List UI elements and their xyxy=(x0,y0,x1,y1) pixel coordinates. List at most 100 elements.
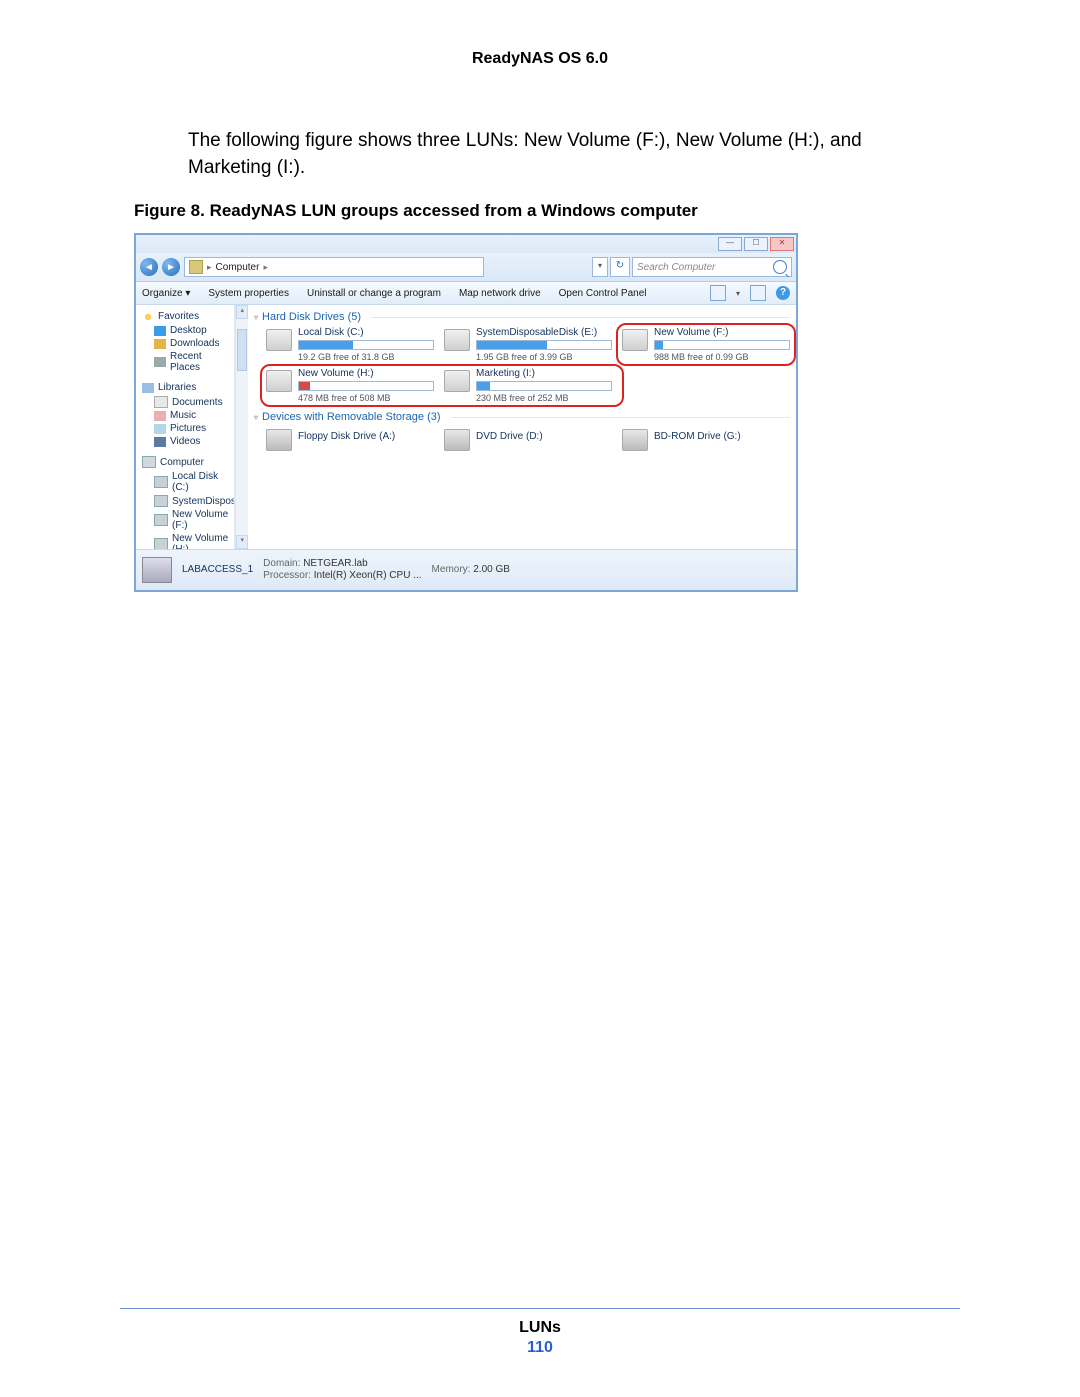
scroll-track[interactable] xyxy=(236,319,248,535)
tree-favorites[interactable]: Favorites xyxy=(136,309,234,324)
tree-libraries[interactable]: Libraries xyxy=(136,380,234,395)
breadcrumb-bar[interactable]: ▸ Computer ▸ xyxy=(184,257,484,277)
hdd-icon xyxy=(444,370,470,392)
hdd-icon xyxy=(266,370,292,392)
capacity-bar xyxy=(298,381,434,391)
details-pane: LABACCESS_1 Domain: NETGEAR.lab Processo… xyxy=(136,549,796,590)
star-icon xyxy=(142,312,154,322)
group-removable[interactable]: ▿Devices with Removable Storage (3) xyxy=(254,409,790,425)
window-titlebar: — ☐ ✕ xyxy=(136,235,796,253)
tree-scrollbar[interactable]: ▴ ▾ xyxy=(235,305,248,549)
toolbar-item[interactable]: Uninstall or change a program xyxy=(307,288,441,299)
page-number: 110 xyxy=(0,1339,1080,1357)
drive-item[interactable]: Marketing (I:) 230 MB free of 252 MB xyxy=(444,368,612,403)
page-footer: LUNs 110 xyxy=(0,1308,1080,1357)
breadcrumb-sep: ▸ xyxy=(263,262,268,273)
tree-item-music[interactable]: Music xyxy=(136,409,234,422)
drive-item[interactable]: BD-ROM Drive (G:) xyxy=(622,427,790,451)
downloads-icon xyxy=(154,339,166,349)
hdd-icon xyxy=(154,495,168,507)
capacity-bar xyxy=(654,340,790,350)
hdd-icon xyxy=(154,476,168,488)
computer-icon xyxy=(142,456,156,468)
capacity-bar xyxy=(476,381,612,391)
hdd-icon xyxy=(154,514,168,526)
tree-item-drive[interactable]: Local Disk (C:) xyxy=(136,470,234,494)
refresh-button[interactable]: ↻ xyxy=(610,257,630,277)
computer-icon xyxy=(189,260,203,274)
dvd-icon xyxy=(444,429,470,451)
tree-item-recent[interactable]: Recent Places xyxy=(136,350,234,374)
address-bar-row: ◄ ► ▸ Computer ▸ ▾ ↻ Search Computer xyxy=(136,253,796,282)
doc-header: ReadyNAS OS 6.0 xyxy=(120,50,960,68)
music-icon xyxy=(154,411,166,421)
group-hdd[interactable]: ▿Hard Disk Drives (5) xyxy=(254,309,790,325)
capacity-bar xyxy=(298,340,434,350)
collapse-icon: ▿ xyxy=(254,413,258,422)
footer-rule xyxy=(120,1308,960,1309)
address-history-button[interactable]: ▾ xyxy=(592,257,608,277)
floppy-icon xyxy=(266,429,292,451)
tree-item-videos[interactable]: Videos xyxy=(136,435,234,448)
minimize-button[interactable]: — xyxy=(718,237,742,251)
content-pane: ▿Hard Disk Drives (5) Local Disk (C:) 19… xyxy=(248,305,796,549)
close-button[interactable]: ✕ xyxy=(770,237,794,251)
preview-pane-button[interactable] xyxy=(750,285,766,301)
toolbar-item[interactable]: Open Control Panel xyxy=(559,288,647,299)
recent-icon xyxy=(154,357,166,367)
scroll-up-button[interactable]: ▴ xyxy=(236,305,248,319)
tree-computer[interactable]: Computer xyxy=(136,454,234,470)
footer-title: LUNs xyxy=(0,1319,1080,1337)
computer-large-icon xyxy=(142,557,172,583)
videos-icon xyxy=(154,437,166,447)
hdd-icon xyxy=(444,329,470,351)
drive-item[interactable]: New Volume (H:) 478 MB free of 508 MB xyxy=(266,368,434,403)
forward-button[interactable]: ► xyxy=(162,258,180,276)
breadcrumb-sep: ▸ xyxy=(207,262,212,273)
documents-icon xyxy=(154,396,168,408)
search-input[interactable]: Search Computer xyxy=(632,257,792,277)
view-options-dropdown[interactable]: ▾ xyxy=(736,289,740,298)
tree-item-documents[interactable]: Documents xyxy=(136,395,234,409)
drive-item[interactable]: SystemDisposableDisk (E:) 1.95 GB free o… xyxy=(444,327,612,362)
figure-caption: Figure 8. ReadyNAS LUN groups accessed f… xyxy=(134,201,960,221)
drive-item[interactable]: DVD Drive (D:) xyxy=(444,427,612,451)
organize-menu[interactable]: Organize ▾ xyxy=(142,288,190,299)
document-page: ReadyNAS OS 6.0 The following figure sho… xyxy=(0,0,1080,1397)
maximize-button[interactable]: ☐ xyxy=(744,237,768,251)
tree-item-drive[interactable]: SystemDisposabl xyxy=(136,494,234,508)
hdd-icon xyxy=(622,329,648,351)
help-button[interactable]: ? xyxy=(776,286,790,300)
tree-item-desktop[interactable]: Desktop xyxy=(136,324,234,337)
navigation-tree: Favorites Desktop Downloads Recent Place… xyxy=(136,305,235,549)
search-icon xyxy=(773,260,787,274)
hdd-icon xyxy=(154,538,168,549)
tree-item-downloads[interactable]: Downloads xyxy=(136,337,234,350)
toolbar-item[interactable]: System properties xyxy=(208,288,289,299)
drive-item[interactable]: New Volume (F:) 988 MB free of 0.99 GB xyxy=(622,327,790,362)
capacity-bar xyxy=(476,340,612,350)
scroll-down-button[interactable]: ▾ xyxy=(236,535,248,549)
pictures-icon xyxy=(154,424,166,434)
libraries-icon xyxy=(142,383,154,393)
scroll-thumb[interactable] xyxy=(237,329,247,371)
computer-name: LABACCESS_1 xyxy=(182,564,253,576)
explorer-window: — ☐ ✕ ◄ ► ▸ Computer ▸ ▾ ↻ Search Comput… xyxy=(134,233,798,592)
intro-paragraph: The following figure shows three LUNs: N… xyxy=(188,128,892,181)
collapse-icon: ▿ xyxy=(254,313,258,322)
back-button[interactable]: ◄ xyxy=(140,258,158,276)
tree-item-pictures[interactable]: Pictures xyxy=(136,422,234,435)
explorer-toolbar: Organize ▾ System properties Uninstall o… xyxy=(136,282,796,305)
toolbar-item[interactable]: Map network drive xyxy=(459,288,541,299)
search-placeholder: Search Computer xyxy=(637,262,715,273)
explorer-body: Favorites Desktop Downloads Recent Place… xyxy=(136,305,796,549)
desktop-icon xyxy=(154,326,166,336)
drive-item[interactable]: Floppy Disk Drive (A:) xyxy=(266,427,434,451)
tree-item-drive[interactable]: New Volume (F:) xyxy=(136,508,234,532)
breadcrumb-label: Computer xyxy=(216,262,260,273)
drive-item[interactable]: Local Disk (C:) 19.2 GB free of 31.8 GB xyxy=(266,327,434,362)
bdrom-icon xyxy=(622,429,648,451)
view-options-button[interactable] xyxy=(710,285,726,301)
tree-item-drive[interactable]: New Volume (H:) xyxy=(136,532,234,549)
hdd-icon xyxy=(266,329,292,351)
